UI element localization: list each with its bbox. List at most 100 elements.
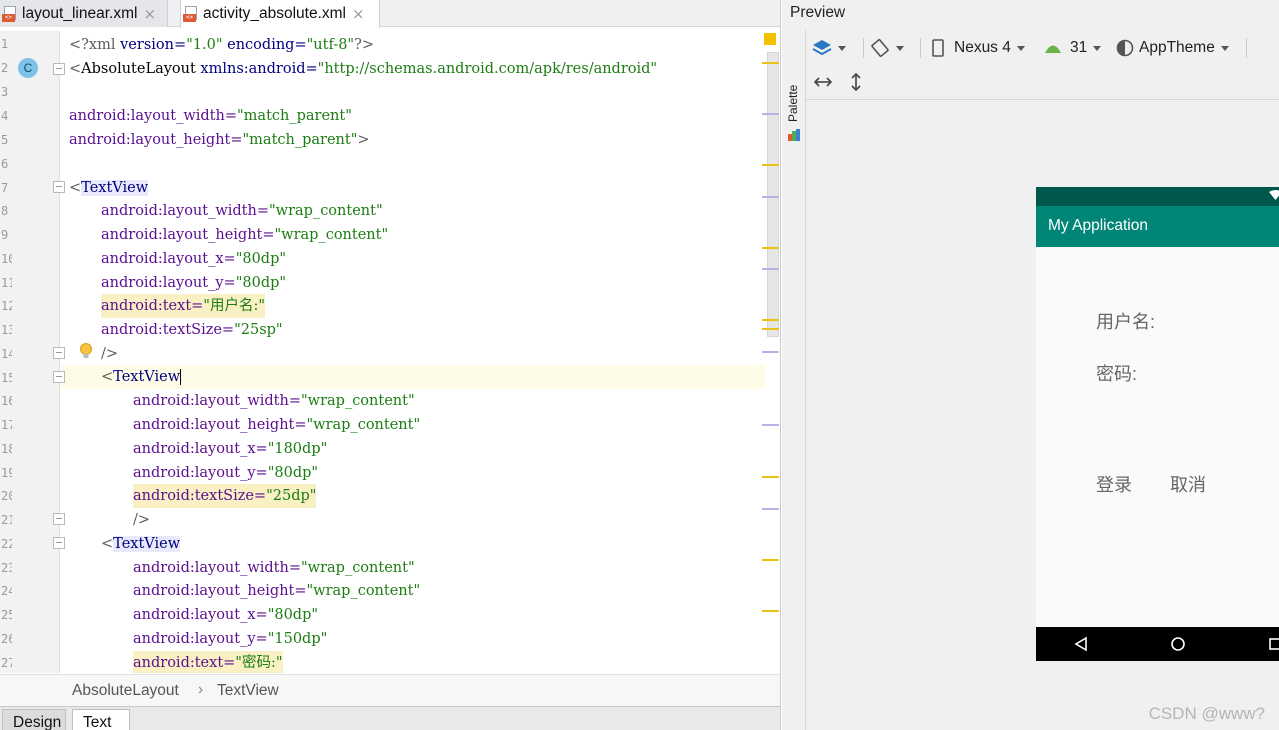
app-title: My Application — [1048, 217, 1148, 234]
line-number: 17 — [1, 418, 12, 432]
theme-label: AppTheme — [1139, 39, 1215, 56]
username-label[interactable]: 用户名: — [1096, 308, 1155, 334]
code-line: android:layout_x="80dp" — [133, 607, 319, 623]
line-number: 10 — [1, 252, 12, 266]
line-number: 23 — [1, 561, 12, 575]
tab-activity-absolute[interactable]: <> activity_absolute.xml × — [180, 0, 380, 28]
palette-tab[interactable]: Palette — [786, 85, 800, 122]
home-icon[interactable] — [1169, 635, 1187, 653]
text-caret — [180, 369, 182, 385]
code-line: android:layout_width="wrap_content" — [101, 203, 383, 219]
code-line: /> — [101, 346, 119, 362]
android-icon — [1045, 45, 1061, 53]
close-icon[interactable]: × — [143, 5, 156, 23]
device-label: Nexus 4 — [954, 39, 1011, 56]
error-stripe-mark[interactable] — [762, 610, 779, 612]
error-stripe-mark[interactable] — [762, 247, 779, 249]
code-line: android:layout_height="wrap_content" — [133, 583, 421, 599]
device-screen[interactable]: 8: My Application 用户名: 密码: 登录 取消 — [1036, 187, 1279, 661]
vertical-resize-icon[interactable] — [849, 72, 863, 92]
status-icons: 8: — [1268, 189, 1279, 201]
tab-design[interactable]: Design — [2, 709, 66, 730]
close-icon[interactable]: × — [352, 5, 365, 23]
design-surface-button[interactable] — [812, 30, 846, 66]
breadcrumb-item[interactable]: TextView — [217, 682, 279, 700]
error-stripe-mark[interactable] — [762, 62, 779, 64]
line-number: 16 — [1, 394, 12, 408]
class-badge-icon[interactable]: C — [18, 58, 38, 78]
line-number: 14 — [1, 347, 12, 361]
code-line: android:layout_height="wrap_content" — [101, 227, 389, 243]
xml-file-icon: <> — [2, 5, 18, 22]
error-stripe-mark[interactable] — [762, 328, 779, 330]
navigation-bar — [1036, 627, 1279, 661]
line-number: 19 — [1, 466, 12, 480]
back-icon[interactable] — [1072, 635, 1090, 653]
error-stripe-mark[interactable] — [762, 196, 779, 198]
device-selector[interactable]: Nexus 4 — [932, 30, 1025, 66]
tab-label: activity_absolute.xml — [203, 5, 347, 22]
code-area[interactable]: <?xml version="1.0" encoding="utf-8"?> <… — [61, 31, 761, 673]
chevron-down-icon — [896, 45, 904, 51]
code-line: /> — [133, 512, 151, 528]
password-label[interactable]: 密码: — [1096, 360, 1137, 386]
tab-text[interactable]: Text — [72, 709, 130, 730]
layers-icon — [812, 40, 832, 56]
chevron-down-icon — [1220, 45, 1229, 51]
app-bar: My Application — [1036, 206, 1279, 247]
breadcrumb-item[interactable]: AbsoluteLayout — [72, 682, 179, 700]
line-number: 9 — [1, 228, 9, 242]
error-stripe-mark[interactable] — [762, 319, 779, 321]
preview-canvas[interactable]: 8: My Application 用户名: 密码: 登录 取消 — [806, 100, 1279, 730]
tab-label: layout_linear.xml — [22, 4, 138, 22]
inspection-status-icon[interactable] — [764, 33, 776, 45]
phone-icon — [932, 39, 944, 57]
xml-file-icon: <> — [183, 6, 199, 22]
preview-pane: Preview Palette Nexus 4 31 AppTheme My A… — [782, 0, 1279, 730]
line-number: 6 — [1, 157, 9, 171]
line-number: 27 — [1, 656, 12, 670]
preview-toolbar: Nexus 4 31 AppTheme — [806, 30, 1279, 66]
orientation-button[interactable] — [870, 30, 904, 66]
line-number: 20 — [1, 489, 12, 503]
toolbar-divider — [1246, 38, 1247, 58]
line-number: 13 — [1, 323, 12, 337]
line-number: 25 — [1, 608, 12, 622]
scrollbar-thumb[interactable] — [767, 52, 779, 337]
cancel-text[interactable]: 取消 — [1170, 471, 1206, 497]
code-line: android:layout_height="match_parent"> — [69, 132, 370, 148]
line-number: 1 — [1, 37, 9, 51]
code-line: android:layout_width="wrap_content" — [133, 393, 415, 409]
line-number: 24 — [1, 584, 12, 598]
error-stripe-mark[interactable] — [762, 476, 779, 478]
watermark: CSDN @www? — [1148, 704, 1265, 723]
error-stripe-mark[interactable] — [762, 424, 779, 426]
line-number: 7 — [1, 181, 9, 195]
tab-layout-linear[interactable]: <> layout_linear.xml × — [0, 0, 168, 27]
error-stripe-mark[interactable] — [762, 559, 779, 561]
line-number: 22 — [1, 537, 12, 551]
code-line: <TextView — [101, 536, 181, 552]
line-number: 5 — [1, 133, 9, 147]
line-number: 12 — [1, 299, 12, 313]
error-stripe-mark[interactable] — [762, 113, 779, 115]
toolbar-divider — [863, 38, 864, 58]
theme-selector[interactable]: AppTheme — [1116, 30, 1229, 66]
line-number: 4 — [1, 109, 9, 123]
preview-title: Preview — [790, 4, 846, 21]
line-number: 2 — [1, 61, 9, 75]
code-line: android:textSize="25dp" — [133, 484, 317, 508]
code-line: <TextView — [69, 180, 149, 196]
line-number: 8 — [1, 204, 9, 218]
error-stripe-mark[interactable] — [762, 164, 779, 166]
code-line: android:layout_width="wrap_content" — [133, 560, 415, 576]
error-stripe-mark[interactable] — [762, 268, 779, 270]
login-text[interactable]: 登录 — [1096, 471, 1132, 497]
api-level-selector[interactable]: 31 — [1044, 30, 1102, 66]
error-stripe-mark[interactable] — [762, 351, 779, 353]
horizontal-resize-icon[interactable] — [813, 75, 833, 89]
palette-icon[interactable] — [787, 128, 801, 142]
recents-icon[interactable] — [1266, 635, 1279, 653]
error-stripe-mark[interactable] — [762, 508, 779, 510]
chevron-down-icon — [838, 45, 846, 51]
